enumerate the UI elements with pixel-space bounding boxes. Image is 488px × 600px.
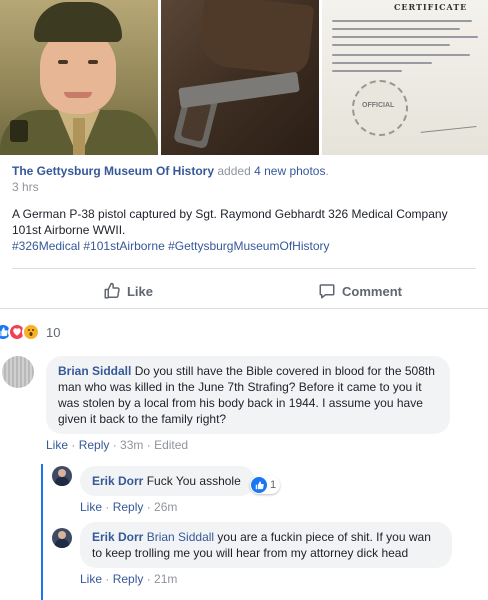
certificate-title: CERTIFICATE <box>394 2 468 12</box>
divider <box>12 268 476 269</box>
avatar[interactable] <box>52 466 72 486</box>
post-hashtags[interactable]: #326Medical #101stAirborne #GettysburgMu… <box>12 238 482 254</box>
wow-reaction-icon <box>22 323 40 341</box>
post-period: . <box>325 164 329 178</box>
reply-item: Erik Dorr Fuck You asshole Like · Reply … <box>52 466 255 514</box>
comment-author[interactable]: Erik Dorr <box>92 530 143 544</box>
avatar[interactable] <box>52 528 72 548</box>
post-body: A German P-38 pistol captured by Sgt. Ra… <box>12 207 448 237</box>
photo-soldier-portrait[interactable] <box>0 0 158 155</box>
comment-time[interactable]: 33m <box>120 438 143 452</box>
comment-reaction-count: 1 <box>270 479 277 491</box>
reply-thread-line <box>41 464 43 600</box>
comment-mention[interactable]: Brian Siddall <box>147 530 214 544</box>
comment-reply-link[interactable]: Reply <box>79 438 110 452</box>
page-name-link[interactable]: The Gettysburg Museum Of History <box>12 164 214 178</box>
thumbs-up-icon <box>251 477 267 493</box>
post-action-text: added <box>217 164 251 178</box>
reactions-summary[interactable]: 10 <box>0 322 60 342</box>
post-header: The Gettysburg Museum Of History added 4… <box>12 164 482 254</box>
post-timestamp[interactable]: 3 hrs <box>12 180 482 194</box>
comment-meta: Like · Reply · 26m <box>80 500 178 514</box>
comment-text: Fuck You asshole <box>146 474 241 488</box>
comment-meta: Like · Reply · 21m <box>80 572 178 586</box>
comment-author[interactable]: Brian Siddall <box>58 364 131 378</box>
avatar[interactable] <box>2 356 34 388</box>
signature <box>419 115 477 133</box>
comment-bubble: Erik Dorr Brian Siddall you are a fuckin… <box>80 522 452 568</box>
reaction-count: 10 <box>46 324 61 340</box>
comment-button-label: Comment <box>342 283 402 299</box>
post-actions: Like Comment <box>12 276 476 306</box>
reply-item: Erik Dorr Brian Siddall you are a fuckin… <box>52 522 452 586</box>
photo-certificate[interactable]: CERTIFICATE OFFICIAL <box>322 0 488 155</box>
comment-time[interactable]: 26m <box>154 500 177 514</box>
comment-bubble: Brian Siddall Do you still have the Bibl… <box>46 356 450 434</box>
thumbs-up-icon <box>104 282 120 299</box>
comment-author[interactable]: Erik Dorr <box>92 474 143 488</box>
photo-strip: CERTIFICATE OFFICIAL <box>0 0 488 155</box>
photo-pistol[interactable] <box>161 0 319 155</box>
seal-label: OFFICIAL <box>362 102 395 109</box>
comment-time[interactable]: 21m <box>154 572 177 586</box>
like-button[interactable]: Like <box>12 276 244 306</box>
comment-edited[interactable]: Edited <box>154 438 188 452</box>
divider <box>0 308 488 309</box>
post-author-line: The Gettysburg Museum Of History added 4… <box>12 164 482 178</box>
photo-count-link[interactable]: 4 new photos <box>254 164 325 178</box>
comment-item: Brian Siddall Do you still have the Bibl… <box>2 356 450 452</box>
comment-reply-link[interactable]: Reply <box>113 572 144 586</box>
comment-reply-link[interactable]: Reply <box>113 500 144 514</box>
comment-button[interactable]: Comment <box>244 276 476 306</box>
comment-bubble: Erik Dorr Fuck You asshole <box>80 466 255 496</box>
like-button-label: Like <box>126 283 153 299</box>
comment-icon <box>319 284 335 299</box>
comment-reaction-badge[interactable]: 1 <box>250 476 281 494</box>
comment-like-link[interactable]: Like <box>46 438 68 452</box>
comment-like-link[interactable]: Like <box>80 500 102 514</box>
comment-like-link[interactable]: Like <box>80 572 102 586</box>
comment-text: you are a fuckin piece of shit. If you w… <box>92 530 431 560</box>
comment-meta: Like · Reply · 33m · Edited <box>46 438 189 452</box>
